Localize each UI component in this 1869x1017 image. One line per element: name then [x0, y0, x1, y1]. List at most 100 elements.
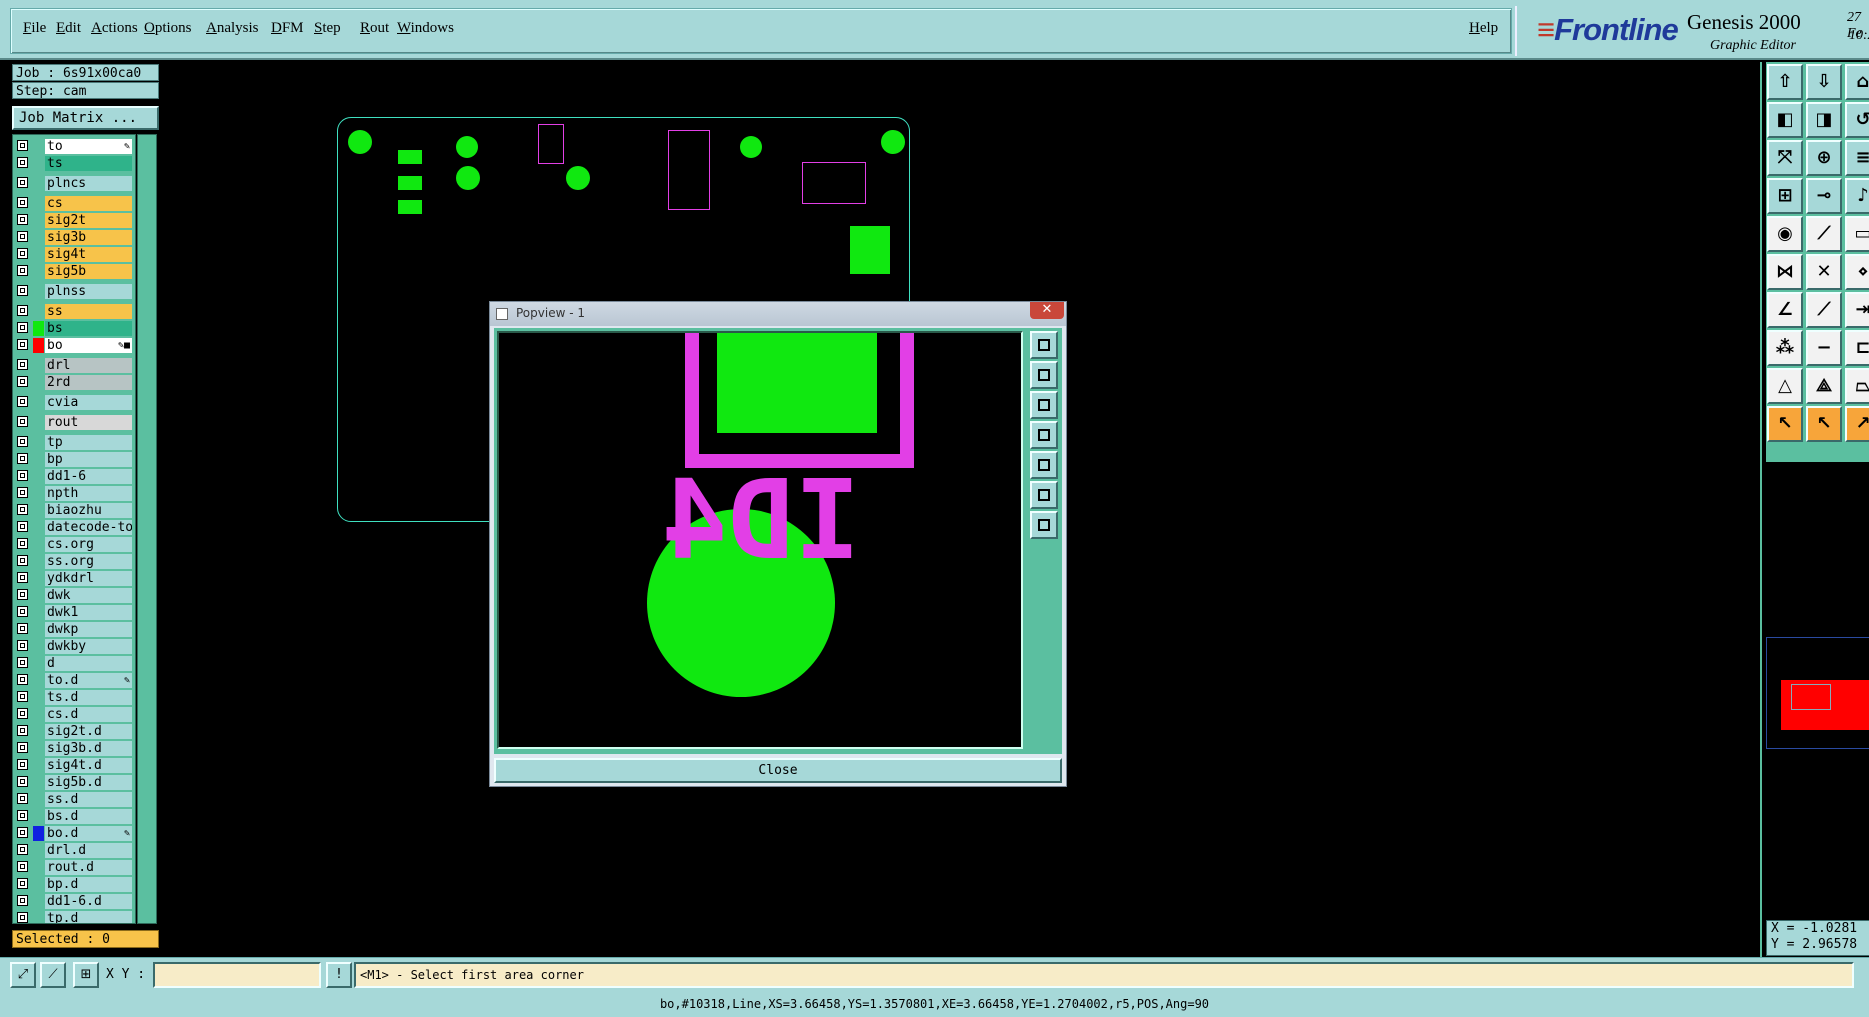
- slash-icon[interactable]: ⟋: [1806, 292, 1842, 328]
- layer-row-tp.d[interactable]: tp.d: [15, 911, 133, 923]
- layer-name[interactable]: dd1-6.d: [45, 894, 132, 909]
- popview-zoom-view[interactable]: ID4: [497, 331, 1023, 749]
- split-icon[interactable]: ⇥: [1845, 292, 1869, 328]
- layer-checkbox[interactable]: [17, 214, 28, 225]
- menu-edit[interactable]: Edit: [56, 20, 81, 37]
- layer-name[interactable]: sig2t.d: [45, 724, 132, 739]
- layer-row-rout.d[interactable]: rout.d: [15, 860, 133, 875]
- layer-checkbox[interactable]: [17, 912, 28, 923]
- popview-titlebar[interactable]: Popview - 1 ✕: [490, 302, 1066, 326]
- layer-row-drl[interactable]: drl: [15, 358, 133, 373]
- pads-icon[interactable]: ⁂: [1767, 330, 1803, 366]
- layer-checkbox[interactable]: [17, 285, 28, 296]
- layer-row-sig3b[interactable]: sig3b: [15, 230, 133, 245]
- layer-name[interactable]: sig3b: [45, 230, 132, 245]
- layer-row-to[interactable]: to ✎: [15, 139, 133, 154]
- layer-name[interactable]: drl.d: [45, 843, 132, 858]
- layer-name[interactable]: to.d: [45, 673, 132, 688]
- layer-row-bs[interactable]: bs: [15, 321, 133, 336]
- graphic-canvas[interactable]: Popview - 1 ✕ ID4 Close: [162, 62, 1760, 957]
- layer-row-plnss[interactable]: plnss: [15, 284, 133, 299]
- select-icon[interactable]: ↖: [1806, 406, 1842, 442]
- layer-row-sig2t[interactable]: sig2t: [15, 213, 133, 228]
- layer-row-dwkby[interactable]: dwkby: [15, 639, 133, 654]
- layer-name[interactable]: ss: [45, 304, 132, 319]
- menu-rout[interactable]: Rout: [360, 20, 389, 37]
- layer-name[interactable]: biaozhu: [45, 503, 132, 518]
- layer-checkbox[interactable]: [17, 708, 28, 719]
- measure-icon[interactable]: ⊸: [1806, 178, 1842, 214]
- layer-row-sig4t[interactable]: sig4t: [15, 247, 133, 262]
- layer-row-dwk1[interactable]: dwk1: [15, 605, 133, 620]
- cross-icon[interactable]: ✕: [1806, 254, 1842, 290]
- layer-row-ss.d[interactable]: ss.d: [15, 792, 133, 807]
- layer-checkbox[interactable]: [17, 538, 28, 549]
- layer-row-bs.d[interactable]: bs.d: [15, 809, 133, 824]
- upload-icon[interactable]: ⇧: [1767, 64, 1803, 100]
- layer-name[interactable]: bs.d: [45, 809, 132, 824]
- layer-checkbox[interactable]: [17, 589, 28, 600]
- zoom-fit-icon[interactable]: ⤧: [1767, 140, 1803, 176]
- layer-checkbox[interactable]: [17, 878, 28, 889]
- menu-help[interactable]: Help: [1469, 20, 1498, 37]
- layer-name[interactable]: ts: [45, 156, 132, 171]
- layer-checkbox[interactable]: [17, 416, 28, 427]
- layer-checkbox[interactable]: [17, 759, 28, 770]
- layer-checkbox[interactable]: [17, 606, 28, 617]
- layer-name[interactable]: dwkp: [45, 622, 132, 637]
- zoom-area-icon[interactable]: ⤢: [10, 962, 36, 988]
- close-icon[interactable]: ✕: [1030, 302, 1064, 319]
- layer-checkbox[interactable]: [17, 895, 28, 906]
- layer-name[interactable]: datecode-to: [45, 520, 132, 535]
- zoom-home-icon[interactable]: [1030, 331, 1058, 359]
- angle-icon[interactable]: ∠: [1767, 292, 1803, 328]
- layer-row-ss.org[interactable]: ss.org: [15, 554, 133, 569]
- pointer-icon[interactable]: ↖: [1767, 406, 1803, 442]
- layer-row-ss[interactable]: ss: [15, 304, 133, 319]
- layer-name[interactable]: cs: [45, 196, 132, 211]
- layer-checkbox[interactable]: [17, 453, 28, 464]
- layer-name[interactable]: ts.d: [45, 690, 132, 705]
- layer-checkbox[interactable]: [17, 827, 28, 838]
- layer-checkbox[interactable]: [17, 436, 28, 447]
- layer-checkbox[interactable]: [17, 231, 28, 242]
- layer-checkbox[interactable]: [17, 810, 28, 821]
- layer-row-dwk[interactable]: dwk: [15, 588, 133, 603]
- layer-name[interactable]: sig4t.d: [45, 758, 132, 773]
- layer-name[interactable]: sig2t: [45, 213, 132, 228]
- layer-name[interactable]: d: [45, 656, 132, 671]
- layer-checkbox[interactable]: [17, 487, 28, 498]
- layer-name[interactable]: dwk1: [45, 605, 132, 620]
- layer-row-plncs[interactable]: plncs: [15, 176, 133, 191]
- layer-name[interactable]: sig4t: [45, 247, 132, 262]
- layer-name[interactable]: ss.d: [45, 792, 132, 807]
- layer-checkbox[interactable]: [17, 197, 28, 208]
- layer-checkbox[interactable]: [17, 396, 28, 407]
- layer-row-bp[interactable]: bp: [15, 452, 133, 467]
- zoom-fit-icon[interactable]: [1030, 481, 1058, 509]
- layer-row-npth[interactable]: npth: [15, 486, 133, 501]
- net-icon[interactable]: ♪: [1845, 178, 1869, 214]
- layer-checkbox[interactable]: [17, 844, 28, 855]
- layer-checkbox[interactable]: [17, 793, 28, 804]
- layer-row-to.d[interactable]: to.d ✎: [15, 673, 133, 688]
- layer-name[interactable]: ss.org: [45, 554, 132, 569]
- measure-line-icon[interactable]: ⟋: [40, 962, 66, 988]
- layer-name[interactable]: dd1-6: [45, 469, 132, 484]
- grid-icon[interactable]: ⊞: [73, 962, 99, 988]
- layer-checkbox[interactable]: [17, 657, 28, 668]
- node-icon[interactable]: ⋄: [1845, 254, 1869, 290]
- layer-checkbox[interactable]: [17, 742, 28, 753]
- layer-name[interactable]: cvia: [45, 395, 132, 410]
- menu-file[interactable]: File: [23, 20, 46, 37]
- ruler-icon[interactable]: ▭: [1845, 216, 1869, 252]
- zoom-in-icon[interactable]: [1030, 511, 1058, 539]
- layer-row-tp[interactable]: tp: [15, 435, 133, 450]
- layer-name[interactable]: bp.d: [45, 877, 132, 892]
- layer-row-dwkp[interactable]: dwkp: [15, 622, 133, 637]
- zoom-up-icon[interactable]: [1030, 361, 1058, 389]
- layer-row-cvia[interactable]: cvia: [15, 395, 133, 410]
- layer-checkbox[interactable]: [17, 640, 28, 651]
- layer-name[interactable]: bs: [45, 321, 132, 336]
- layer-row-d[interactable]: d: [15, 656, 133, 671]
